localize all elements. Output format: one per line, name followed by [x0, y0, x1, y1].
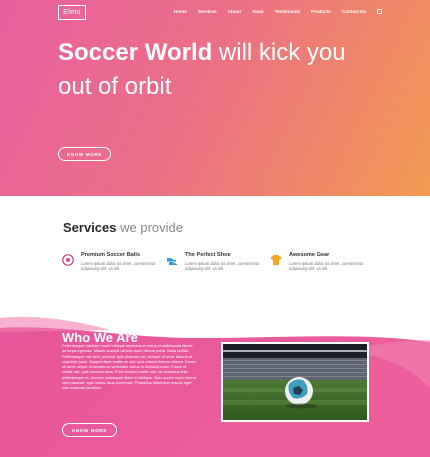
- main-nav: Home Services About Team Testimonial Pro…: [174, 9, 382, 14]
- jersey-icon: [270, 255, 282, 265]
- shoe-icon: [167, 258, 177, 265]
- hero-section: Eleto Home Services About Team Testimoni…: [0, 0, 430, 196]
- who-we-are-text: Pellentesque habitant morbi tristique se…: [62, 343, 197, 391]
- stadium-photo: [221, 342, 369, 422]
- nav-products[interactable]: Products: [311, 9, 331, 14]
- service-text: Lorem ipsum dolor sit amet, consectetur …: [81, 261, 156, 272]
- services-title: Services we provide: [63, 220, 183, 235]
- service-title: Awesome Gear: [289, 252, 330, 258]
- nav-testimonial[interactable]: Testimonial: [275, 9, 300, 14]
- nav-team[interactable]: Team: [252, 9, 264, 14]
- soccer-ball-stadium-image: [223, 344, 367, 420]
- cart-icon[interactable]: [377, 9, 382, 14]
- service-text: Lorem ipsum dolor sit amet, consectetur …: [289, 261, 364, 272]
- logo[interactable]: Eleto: [58, 5, 86, 20]
- hero-title: Soccer World will kick you out of orbit: [58, 36, 378, 104]
- services-title-bold: Services: [63, 220, 117, 235]
- nav-contact-us[interactable]: Contact Us: [342, 9, 366, 14]
- soccer-ball-icon: [62, 254, 74, 266]
- nav-services[interactable]: Services: [198, 9, 217, 14]
- hero-know-more-button[interactable]: KNOW MORE: [58, 147, 111, 161]
- service-title: The Perfect Shoe: [185, 252, 231, 258]
- who-know-more-button[interactable]: KNOW MORE: [62, 423, 117, 437]
- services-title-rest: we provide: [116, 220, 183, 235]
- hero-title-bold: Soccer World: [58, 39, 213, 66]
- service-text: Lorem ipsum dolor sit amet, consectetur …: [185, 261, 260, 272]
- nav-home[interactable]: Home: [174, 9, 187, 14]
- who-we-are-title: Who We Are: [62, 331, 138, 342]
- service-title: Premium Soccer Balls: [81, 252, 141, 258]
- nav-about[interactable]: About: [228, 9, 241, 14]
